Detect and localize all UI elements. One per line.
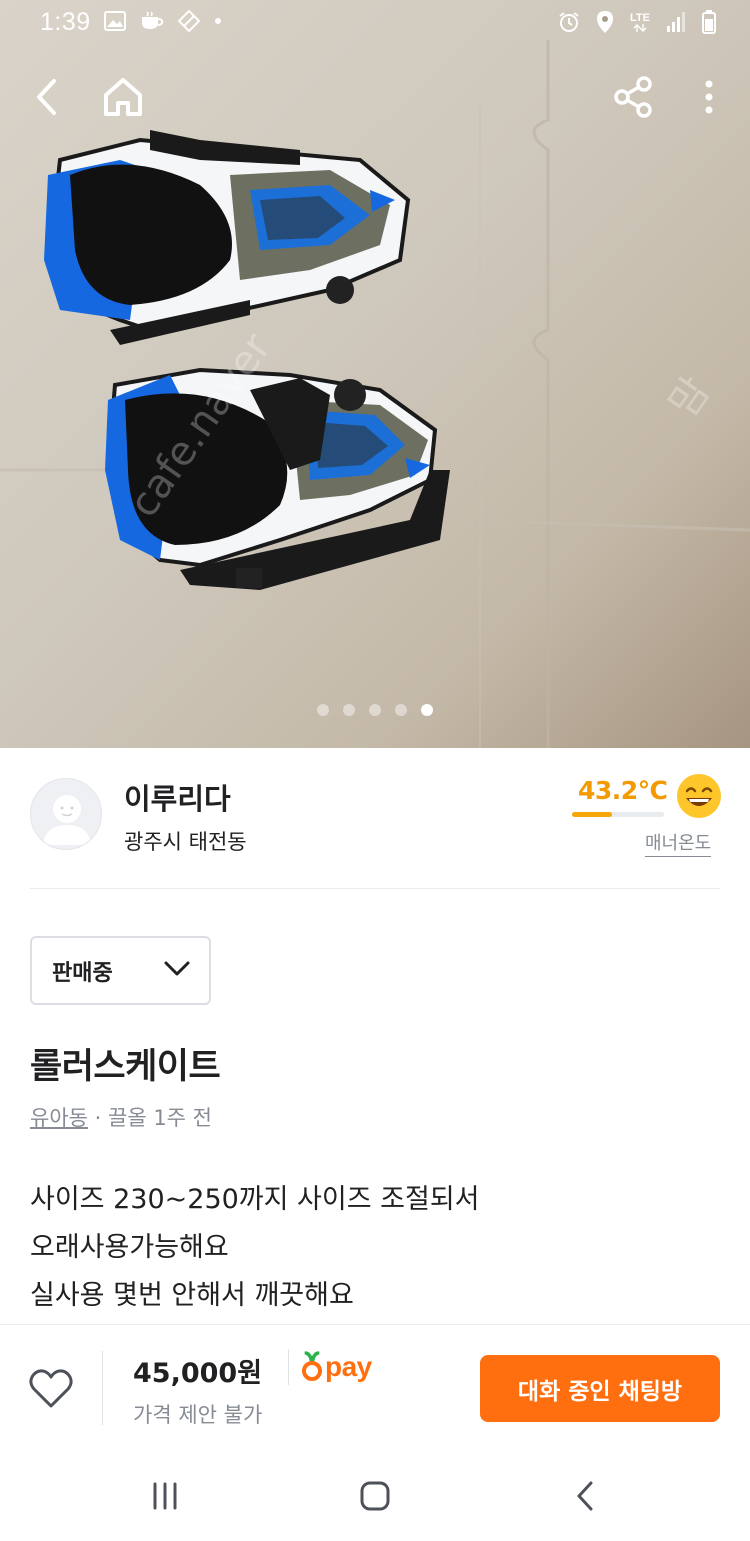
home-button[interactable] — [96, 70, 150, 124]
carousel-indicator — [0, 704, 750, 716]
action-bar-divider — [102, 1351, 103, 1425]
listing-title: 롤러스케이트 — [30, 1047, 221, 1087]
carousel-dot — [317, 704, 329, 716]
carousel-dot — [369, 704, 381, 716]
data-saver-icon — [178, 10, 200, 32]
product-photo[interactable]: cafe.naver 맘 1:39 LTE — [0, 0, 750, 748]
chat-rooms-button[interactable]: 대화 중인 채팅방 — [480, 1355, 720, 1422]
home-nav-button[interactable] — [355, 1476, 395, 1516]
back-button[interactable] — [20, 70, 74, 124]
seller-avatar[interactable] — [30, 778, 102, 850]
network-type: LTE — [630, 11, 650, 24]
recent-apps-icon — [153, 1482, 177, 1510]
sale-status-select[interactable]: 판매중 — [30, 936, 211, 1005]
chat-rooms-button-label: 대화 중인 채팅방 — [517, 1378, 683, 1405]
heart-icon[interactable] — [28, 1368, 74, 1410]
more-vertical-icon — [705, 80, 713, 114]
manner-temperature-value: 43.2℃ — [578, 776, 668, 805]
carousel-dot — [421, 704, 433, 716]
description-line: 실사용 몇번 안해서 깨끗해요 — [30, 1280, 354, 1311]
description-line: 오래사용가능해요 — [30, 1232, 229, 1263]
manner-temperature-bar — [572, 812, 664, 817]
share-icon — [614, 76, 652, 118]
back-arrow-icon — [577, 1481, 593, 1511]
bottom-action-bar: 45,000원 pay 가격 제안 불가 대화 중인 채팅방 — [0, 1324, 750, 1440]
notification-dot-icon — [215, 18, 221, 24]
status-time: 1:39 — [40, 8, 91, 36]
seller-name[interactable]: 이루리다 — [124, 776, 231, 818]
manner-temperature-fill — [572, 812, 612, 817]
svg-text:맘: 맘 — [661, 369, 720, 426]
default-avatar-icon — [43, 795, 91, 845]
seller-location: 광주시 태전동 — [124, 830, 247, 854]
status-bar: 1:39 LTE — [0, 0, 750, 46]
sale-status-value: 판매중 — [52, 960, 113, 986]
back-nav-button[interactable] — [565, 1476, 605, 1516]
cafe-icon — [142, 11, 164, 29]
karrot-pay-badge: pay — [288, 1349, 372, 1385]
more-button[interactable] — [682, 70, 736, 124]
network-indicator: LTE — [630, 11, 650, 32]
chevron-down-icon — [164, 961, 190, 976]
home-square-icon — [360, 1481, 390, 1511]
data-arrows-icon — [633, 23, 647, 32]
battery-icon — [702, 10, 716, 34]
description-line: 사이즈 230~250까지 사이즈 조절되서 — [30, 1184, 480, 1215]
listing-price: 45,000원 — [133, 1358, 263, 1389]
pay-label: pay — [325, 1351, 372, 1382]
manner-temperature-label[interactable]: 매너온도 — [645, 829, 712, 857]
gallery-icon — [104, 11, 126, 31]
location-icon — [597, 11, 614, 33]
listing-category-link[interactable]: 유아동 — [30, 1106, 88, 1130]
listing-description: 사이즈 230~250까지 사이즈 조절되서 오래사용가능해요 실사용 몇번 안… — [30, 1176, 480, 1320]
signal-icon — [667, 12, 685, 32]
smiling-face-icon — [677, 774, 721, 818]
chevron-left-icon — [37, 79, 56, 115]
carousel-dot — [343, 704, 355, 716]
system-navigation-bar — [0, 1440, 750, 1541]
alarm-icon — [559, 12, 579, 32]
listing-meta-time: · 끌올 1주 전 — [94, 1106, 212, 1130]
section-divider — [30, 888, 720, 889]
listing-meta: 유아동 · 끌올 1주 전 — [30, 1102, 212, 1132]
carrot-pay-icon — [302, 1351, 322, 1381]
recent-apps-button[interactable] — [145, 1476, 185, 1516]
share-button[interactable] — [606, 70, 660, 124]
price-negotiation-note: 가격 제안 불가 — [133, 1403, 263, 1427]
home-icon — [104, 78, 142, 116]
carousel-dot — [395, 704, 407, 716]
